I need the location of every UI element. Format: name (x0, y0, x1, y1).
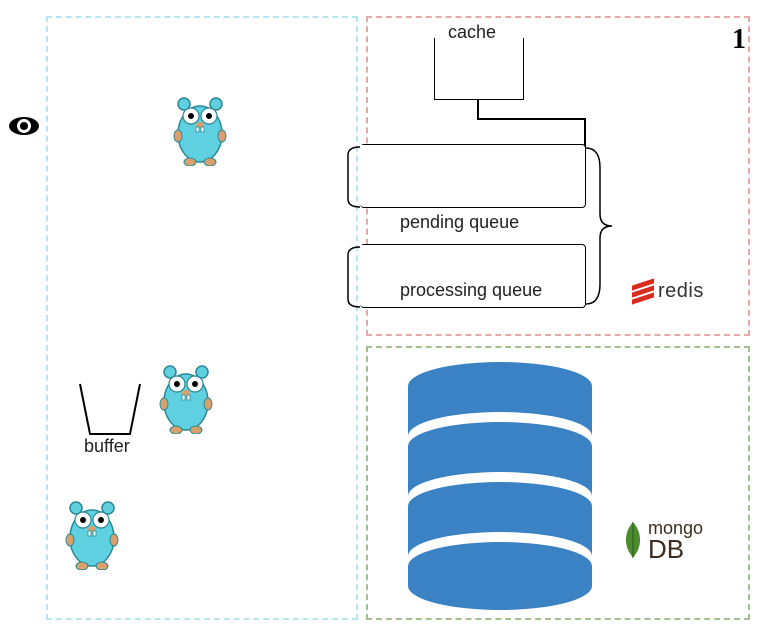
cache-box (434, 38, 524, 100)
one-label: 1 (732, 24, 746, 56)
mongodb-leaf-icon (622, 520, 644, 558)
buffer-label: buffer (84, 436, 130, 457)
cache-label: cache (448, 22, 496, 43)
mongodb-logo: mongo DB (622, 520, 703, 562)
redis-icon (632, 282, 654, 302)
redis-text: redis (658, 280, 704, 303)
gopher-icon (172, 90, 228, 166)
database-icon (400, 360, 600, 615)
curly-brace (586, 144, 616, 313)
pending-queue-label: pending queue (400, 212, 519, 233)
gopher-icon (64, 494, 120, 570)
mongodb-text: mongo DB (648, 520, 703, 562)
eye-icon (8, 115, 40, 142)
cache-connector-right (477, 118, 585, 120)
cache-connector (477, 100, 479, 118)
processing-queue-label: processing queue (400, 280, 542, 301)
gopher-icon (158, 358, 214, 434)
pending-queue-box (360, 144, 586, 208)
redis-logo: redis (632, 280, 704, 303)
